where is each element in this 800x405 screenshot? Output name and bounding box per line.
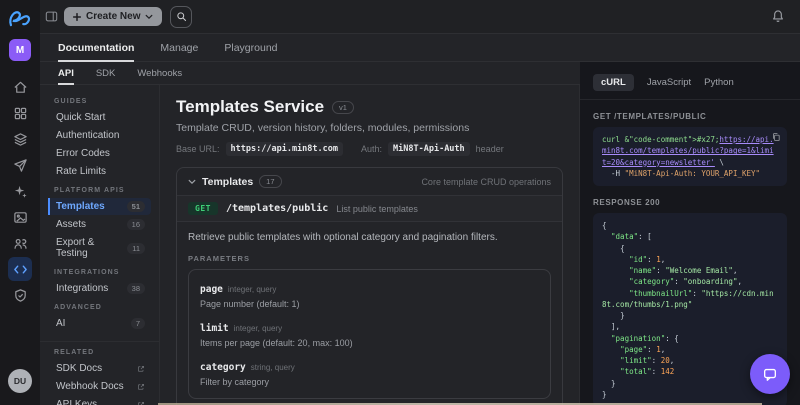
param-category: category string, query Filter by category — [200, 362, 295, 387]
section-title-related: RELATED — [54, 349, 95, 356]
main-content: Templates Service v1 Template CRUD, vers… — [160, 85, 580, 405]
workspace-avatar[interactable]: M — [9, 39, 31, 61]
chat-bubble-icon — [764, 368, 776, 381]
tab-sdk[interactable]: SDK — [96, 62, 116, 84]
external-link-icon — [137, 365, 145, 373]
layers-icon[interactable] — [8, 127, 32, 151]
search-button[interactable] — [170, 5, 193, 28]
code-panel: cURL JavaScript Python GET /TEMPLATES/PU… — [580, 62, 800, 405]
section-name: Templates — [202, 175, 254, 188]
shield-icon[interactable] — [8, 283, 32, 307]
users-icon[interactable] — [8, 231, 32, 255]
code-icon[interactable] — [8, 257, 32, 281]
image-icon[interactable] — [8, 205, 32, 229]
count-badge: 51 — [126, 201, 145, 212]
sidebar-item-ai[interactable]: AI 7 — [48, 315, 151, 332]
tab-javascript[interactable]: JavaScript — [647, 77, 691, 88]
base-url-label: Base URL: — [176, 144, 220, 154]
templates-section-card: Templates 17 Core template CRUD operatio… — [176, 167, 563, 405]
sidebar-item-rate-limits[interactable]: Rate Limits — [48, 163, 151, 180]
version-badge: v1 — [332, 100, 354, 114]
count-badge: 16 — [126, 219, 145, 230]
tab-api[interactable]: API — [58, 62, 74, 85]
section-title-integrations: INTEGRATIONS — [54, 269, 120, 276]
sidebar-item-export-testing[interactable]: Export & Testing 11 — [48, 234, 151, 262]
grid-icon[interactable] — [8, 101, 32, 125]
endpoint-path: /templates/public — [225, 203, 329, 214]
parameters-box: page integer, query Page number (default:… — [188, 269, 551, 399]
external-link-icon — [137, 401, 145, 405]
tab-curl[interactable]: cURL — [593, 74, 634, 91]
user-avatar[interactable]: DU — [8, 369, 32, 393]
topbar: Create New — [40, 0, 800, 34]
auth-label: Auth: — [361, 144, 383, 154]
curl-snippet: curl &"code-comment">#x27;https://api.mi… — [593, 127, 787, 186]
sidebar-divider — [40, 341, 159, 342]
method-badge: GET — [188, 202, 218, 215]
tab-webhooks[interactable]: Webhooks — [137, 62, 182, 84]
count-badge: 7 — [130, 318, 145, 329]
parameters-label: PARAMETERS — [188, 254, 250, 263]
endpoint-row[interactable]: GET /templates/public List public templa… — [177, 195, 562, 222]
send-icon[interactable] — [8, 153, 32, 177]
endpoint-summary: List public templates — [336, 203, 418, 214]
sidebar-item-assets[interactable]: Assets 16 — [48, 216, 151, 233]
section-hint: Core template CRUD operations — [421, 176, 551, 187]
sidebar-item-sdk-docs[interactable]: SDK Docs — [48, 360, 151, 377]
home-icon[interactable] — [8, 75, 32, 99]
sidebar-item-authentication[interactable]: Authentication — [48, 127, 151, 144]
search-icon — [177, 12, 187, 22]
chevron-down-icon — [188, 179, 196, 185]
auth-header-value: MiN8T-Api-Auth — [388, 142, 470, 156]
request-label: GET /TEMPLATES/PUBLIC — [593, 112, 707, 121]
copy-button[interactable] — [771, 132, 781, 142]
base-url-row: Base URL: https://api.min8t.com Auth: Mi… — [176, 142, 563, 156]
panel-toggle-icon[interactable] — [45, 10, 58, 23]
external-link-icon — [137, 383, 145, 391]
sidebar-item-webhook-docs[interactable]: Webhook Docs — [48, 378, 151, 395]
param-page: page integer, query Page number (default:… — [200, 284, 300, 309]
sidebar-item-api-keys[interactable]: API Keys — [48, 396, 151, 405]
page-subtitle: Template CRUD, version history, folders,… — [176, 122, 470, 134]
page-title: Templates Service — [176, 97, 325, 116]
icon-rail: M DU — [0, 0, 40, 405]
tab-documentation[interactable]: Documentation — [58, 34, 135, 62]
auth-suffix: header — [475, 144, 504, 154]
notifications-bell-icon[interactable] — [771, 9, 785, 24]
sidebar-item-integrations[interactable]: Integrations 38 — [48, 280, 151, 297]
section-title-guides: GUIDES — [54, 98, 88, 105]
tab-python[interactable]: Python — [704, 77, 734, 88]
sidebar-item-error-codes[interactable]: Error Codes — [48, 145, 151, 162]
sparkles-icon[interactable] — [8, 179, 32, 203]
endpoint-description: Retrieve public templates with optional … — [188, 232, 498, 243]
app-logo-icon[interactable] — [7, 7, 33, 29]
language-tabs: cURL JavaScript Python — [580, 62, 800, 100]
param-limit: limit integer, query Items per page (defa… — [200, 323, 353, 348]
section-title-platform-apis: PLATFORM APIS — [54, 187, 125, 194]
create-new-label: Create New — [86, 11, 141, 22]
create-new-button[interactable]: Create New — [64, 7, 163, 26]
primary-tabs: Documentation Manage Playground — [40, 34, 800, 62]
docs-sidebar: GUIDES Quick Start Authentication Error … — [40, 85, 160, 405]
section-title-advanced: ADVANCED — [54, 304, 102, 311]
response-label: RESPONSE 200 — [593, 198, 661, 207]
plus-icon — [73, 12, 81, 21]
sidebar-item-quick-start[interactable]: Quick Start — [48, 109, 151, 126]
sidebar-item-templates[interactable]: Templates 51 — [48, 198, 151, 215]
tab-playground[interactable]: Playground — [224, 34, 277, 61]
count-badge: 11 — [127, 242, 145, 254]
templates-section-header[interactable]: Templates 17 Core template CRUD operatio… — [177, 168, 562, 195]
base-url-value: https://api.min8t.com — [225, 142, 343, 156]
secondary-tabs: API SDK Webhooks — [40, 62, 580, 85]
endpoint-count-badge: 17 — [259, 175, 282, 188]
count-badge: 38 — [126, 283, 145, 294]
copy-icon — [773, 133, 780, 142]
tab-manage[interactable]: Manage — [160, 34, 198, 61]
chat-fab-button[interactable] — [750, 354, 790, 394]
chevron-down-icon — [146, 14, 153, 19]
